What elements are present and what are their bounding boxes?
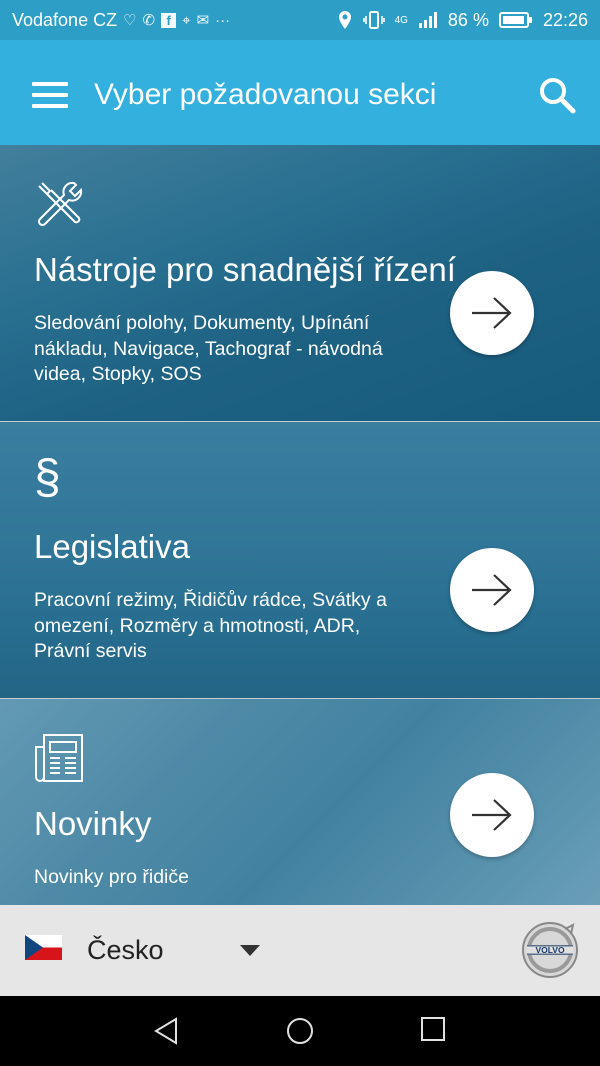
recent-apps-icon[interactable] [421, 1017, 447, 1048]
section-title: Nástroje pro snadnější řízení [34, 251, 456, 288]
network-type: 4G [394, 14, 408, 26]
czech-flag-icon[interactable] [25, 935, 62, 960]
volvo-logo-text: VOLVO [535, 945, 565, 955]
battery-icon [498, 12, 532, 28]
app-bar: Vyber požadovanou sekci [0, 40, 600, 145]
clock: 22:26 [542, 9, 588, 30]
section-description: Novinky pro řidiče [34, 866, 189, 888]
heart-rate-icon: ♡ [123, 12, 137, 29]
newspaper-icon [34, 733, 84, 788]
volvo-logo[interactable]: VOLVO [521, 921, 579, 979]
mail-icon: ✉ [196, 12, 210, 29]
section-title: Legislativa [34, 528, 190, 565]
signal-icon [418, 12, 437, 28]
back-icon[interactable] [152, 1017, 180, 1050]
search-icon[interactable] [538, 76, 578, 116]
country-selector[interactable]: Česko [87, 935, 164, 966]
section-news[interactable]: Novinky Novinky pro řidiče [0, 699, 600, 905]
battery-percent: 86 % [447, 9, 489, 30]
open-section-button[interactable] [450, 271, 534, 355]
viber-icon: ✆ [142, 12, 156, 29]
footer-bar: Česko VOLVO [0, 905, 600, 996]
section-description: Sledování polohy, Dokumenty, Upínání nák… [34, 312, 383, 385]
arrow-right-icon [472, 297, 512, 329]
page-title: Vyber požadovanou sekci [94, 78, 437, 111]
location-icon [338, 11, 351, 29]
paragraph-icon: § [34, 451, 61, 504]
arrow-right-icon [472, 799, 512, 831]
navigation-bar [0, 996, 600, 1066]
section-description: Pracovní režimy, Řidičův rádce, Svátky a… [34, 589, 387, 662]
open-section-button[interactable] [450, 773, 534, 857]
section-tools[interactable]: Nástroje pro snadnější řízení Sledování … [0, 145, 600, 421]
maps-icon: ⌖ [182, 11, 191, 29]
carrier-name: Vodafone CZ [12, 9, 118, 30]
more-icon: ··· [215, 11, 231, 29]
status-bar: Vodafone CZ ♡ ✆ f ⌖ ✉ ··· 4G 86 % 22:26 [0, 0, 600, 40]
vibrate-icon [362, 11, 385, 29]
hamburger-menu-icon[interactable] [32, 82, 68, 108]
tools-icon [34, 179, 86, 236]
section-title: Novinky [34, 805, 152, 842]
facebook-icon: f [161, 12, 177, 28]
home-icon[interactable] [285, 1017, 315, 1052]
section-legislation[interactable]: § Legislativa Pracovní režimy, Řidičův r… [0, 422, 600, 698]
chevron-down-icon[interactable] [240, 945, 260, 956]
open-section-button[interactable] [450, 548, 534, 632]
arrow-right-icon [472, 574, 512, 606]
